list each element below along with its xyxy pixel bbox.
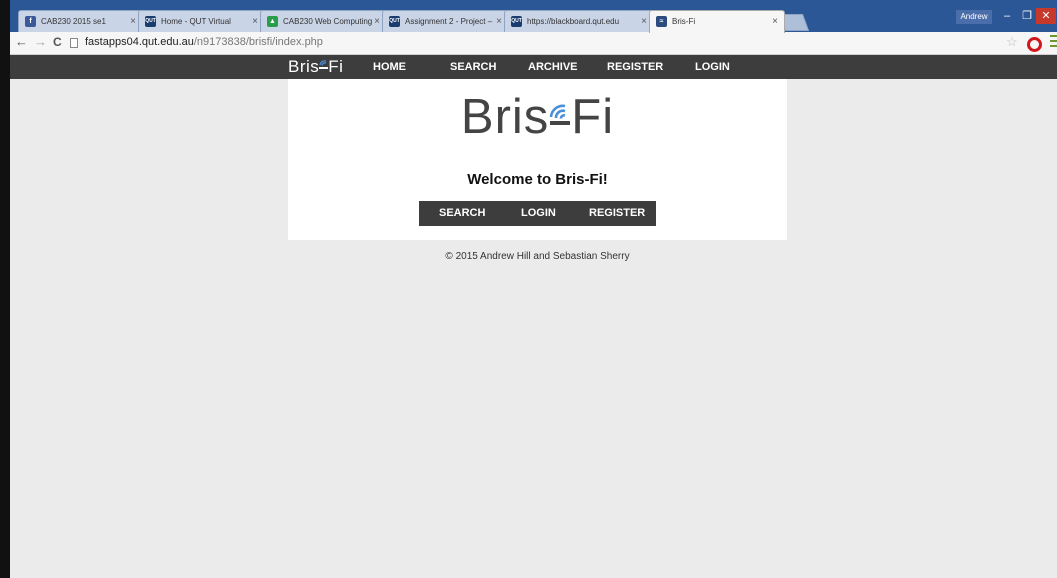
page-icon xyxy=(70,38,78,48)
back-icon[interactable]: ← xyxy=(15,34,28,49)
footer-copyright: © 2015 Andrew Hill and Sebastian Sherry xyxy=(445,251,630,262)
site-navbar: Bris Fi HOME SEARCH ARCHIVE REGISTER LOGI… xyxy=(10,55,1057,79)
tab-title: Bris-Fi xyxy=(672,17,696,26)
tab-blackboard[interactable]: QUT https://blackboard.qut.edu × xyxy=(504,10,654,32)
site-logo: Bris Fi xyxy=(288,89,787,145)
search-button[interactable]: SEARCH xyxy=(439,201,485,226)
minimize-button[interactable]: – xyxy=(996,8,1018,24)
tab-title: CAB230 2015 se1 xyxy=(41,17,106,26)
nav-login[interactable]: LOGIN xyxy=(695,55,730,79)
login-button[interactable]: LOGIN xyxy=(521,201,556,226)
tab-strip: f CAB230 2015 se1 × QUT Home - QUT Virtu… xyxy=(10,10,1057,33)
navbar-logo-tail: Fi xyxy=(328,57,344,76)
qut-icon: QUT xyxy=(389,16,400,27)
close-icon[interactable]: × xyxy=(374,11,380,32)
nav-archive[interactable]: ARCHIVE xyxy=(528,55,578,79)
main-panel: Bris Fi Welcome to Bris-Fi! SEARCH LOGIN … xyxy=(288,79,787,240)
navbar-logo[interactable]: Bris Fi xyxy=(288,55,343,79)
wifi-icon xyxy=(319,60,329,69)
tab-cab230-facebook[interactable]: f CAB230 2015 se1 × xyxy=(18,10,143,32)
browser-toolbar: ← → C fastapps04.qut.edu.au/n9173838/bri… xyxy=(10,32,1057,55)
maximize-button[interactable]: ❐ xyxy=(1018,8,1036,24)
nav-register[interactable]: REGISTER xyxy=(607,55,663,79)
close-icon[interactable]: × xyxy=(130,11,136,32)
window-frame xyxy=(0,0,10,578)
register-button[interactable]: REGISTER xyxy=(589,201,645,226)
reload-icon[interactable]: C xyxy=(53,35,62,49)
tab-title: Assignment 2 - Project – xyxy=(405,17,493,26)
tab-cab230-web-computing[interactable]: ▲ CAB230 Web Computing × xyxy=(260,10,387,32)
facebook-icon: f xyxy=(25,16,36,27)
close-icon[interactable]: × xyxy=(496,11,502,32)
bookmark-star-icon[interactable]: ☆ xyxy=(1006,34,1018,50)
close-icon[interactable]: × xyxy=(641,11,647,32)
tab-title: https://blackboard.qut.edu xyxy=(527,17,620,26)
address-bar[interactable]: fastapps04.qut.edu.au/n9173838/brisfi/in… xyxy=(85,36,323,48)
tab-assignment-2[interactable]: QUT Assignment 2 - Project – × xyxy=(382,10,509,32)
close-window-button[interactable]: ✕ xyxy=(1036,8,1056,24)
drive-icon: ▲ xyxy=(267,16,278,27)
nav-search[interactable]: SEARCH xyxy=(450,55,496,79)
close-icon[interactable]: × xyxy=(772,11,778,32)
menu-icon[interactable] xyxy=(1050,35,1057,50)
action-buttons: SEARCH LOGIN REGISTER xyxy=(419,201,656,226)
qut-icon: QUT xyxy=(511,16,522,27)
profile-button[interactable]: Andrew xyxy=(956,10,992,24)
qut-icon: QUT xyxy=(145,16,156,27)
opera-extension-icon[interactable] xyxy=(1027,37,1042,52)
tab-brisfi[interactable]: ≈ Bris-Fi × xyxy=(649,10,785,33)
logo-tail: Fi xyxy=(571,90,615,144)
tab-title: Home - QUT Virtual xyxy=(161,17,231,26)
wifi-icon xyxy=(549,104,571,125)
address-host: fastapps04.qut.edu.au xyxy=(85,36,194,48)
nav-home[interactable]: HOME xyxy=(373,55,406,79)
brisfi-icon: ≈ xyxy=(656,16,667,27)
address-path: /n9173838/brisfi/index.php xyxy=(193,36,323,48)
navbar-logo-head: Bris xyxy=(288,57,320,76)
logo-head: Bris xyxy=(460,90,550,144)
close-icon[interactable]: × xyxy=(252,11,258,32)
tab-qut-virtual[interactable]: QUT Home - QUT Virtual × xyxy=(138,10,265,32)
tab-title: CAB230 Web Computing xyxy=(283,17,373,26)
welcome-heading: Welcome to Bris-Fi! xyxy=(467,171,608,188)
forward-icon[interactable]: → xyxy=(34,34,47,49)
